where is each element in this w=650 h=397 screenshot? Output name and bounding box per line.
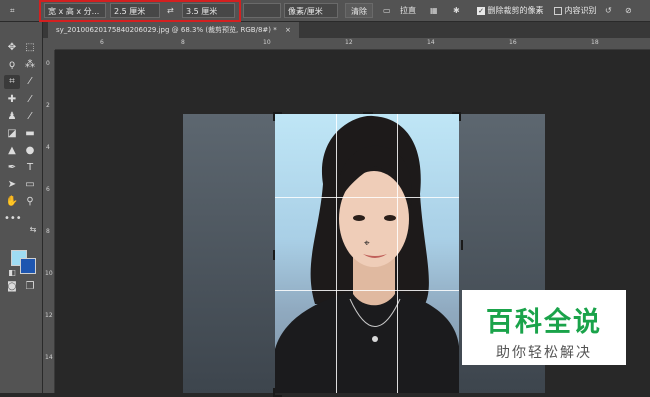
eraser-icon[interactable]: ◪ (4, 127, 20, 141)
crop-handle-top-left[interactable] (273, 112, 282, 121)
reset-icon[interactable]: ↺ (605, 3, 612, 18)
crop-grid-line (275, 290, 459, 291)
more-tools-icon[interactable]: ••• (4, 212, 22, 226)
crop-handle-right[interactable] (454, 240, 463, 250)
ruler-tick-label: 2 (46, 102, 50, 109)
watermark-subtitle: 助你轻松解决 (496, 345, 592, 361)
content-aware-label: 内容识别 (564, 6, 597, 15)
unit-select[interactable]: 像素/厘米 (284, 3, 338, 18)
ruler-tick-label: 6 (46, 186, 50, 193)
pen-tool-icon[interactable]: ✒ (4, 161, 20, 175)
straighten-icon[interactable]: ▭ (383, 3, 391, 18)
swap-colors-icon[interactable]: ⇆ (25, 223, 41, 237)
move-tool-icon[interactable]: ✥ (4, 41, 20, 55)
ruler-tick-label: 12 (45, 312, 53, 319)
vertical-ruler[interactable]: 0 2 4 6 8 10 12 14 (43, 50, 55, 393)
gradient-icon[interactable]: ▬ (22, 127, 38, 141)
quick-mask-icon[interactable]: ◙ (4, 280, 20, 294)
crop-grid-line (275, 197, 459, 198)
brush-tool-icon[interactable]: ⁄ (22, 93, 38, 107)
horizontal-ruler[interactable]: 6 8 10 12 14 16 18 (55, 38, 650, 50)
ruler-tick-label: 14 (427, 39, 435, 46)
default-colors-icon[interactable]: ◧ (4, 266, 20, 280)
dodge-tool-icon[interactable]: ● (22, 144, 38, 158)
ruler-tick-label: 10 (45, 270, 53, 277)
ruler-corner (43, 38, 55, 50)
straighten-button[interactable]: 拉直 (400, 3, 416, 18)
healing-brush-icon[interactable]: ✚ (4, 93, 20, 107)
content-aware-option[interactable]: 内容识别 (554, 3, 597, 18)
blur-tool-icon[interactable]: ▲ (4, 144, 20, 158)
crop-center-crosshair-icon: ⌖ (364, 238, 370, 249)
stamp-tool-icon[interactable]: ♟ (4, 110, 20, 124)
magic-wand-icon[interactable]: ⁂ (22, 58, 38, 72)
document-tab[interactable]: sy_20100620175840206029.jpg @ 68.3% (裁剪预… (48, 22, 299, 38)
highlight-box (39, 0, 241, 22)
resolution-input[interactable] (243, 3, 281, 18)
crop-handle-top[interactable] (363, 112, 373, 121)
crop-tool-icon[interactable]: ⌗ (4, 75, 20, 89)
document-tab-bar: sy_20100620175840206029.jpg @ 68.3% (裁剪预… (43, 22, 650, 38)
crop-handle-top-right[interactable] (452, 112, 461, 121)
ruler-tick-label: 0 (46, 60, 50, 67)
clear-button[interactable]: 清除 (345, 3, 373, 18)
delete-cropped-label: 删除裁剪的像素 (487, 6, 544, 15)
ruler-tick-label: 6 (100, 39, 104, 46)
crop-tool-icon[interactable]: ⌗ (10, 3, 15, 18)
watermark-title: 百科全说 (486, 307, 602, 338)
path-select-icon[interactable]: ➤ (4, 178, 20, 192)
ruler-tick-label: 8 (46, 228, 50, 235)
portrait-photo (275, 115, 459, 393)
shape-tool-icon[interactable]: ▭ (22, 178, 38, 192)
checkbox-unchecked-icon[interactable] (554, 6, 562, 15)
overlay-grid-icon[interactable]: ▦ (430, 3, 438, 18)
background-color-swatch[interactable] (20, 258, 36, 274)
zoom-tool-icon[interactable]: ⚲ (22, 195, 38, 209)
delete-cropped-option[interactable]: ✓ 删除裁剪的像素 (477, 3, 544, 18)
ruler-tick-label: 10 (263, 39, 271, 46)
cancel-icon[interactable]: ⊘ (625, 3, 632, 18)
crop-preview[interactable] (275, 114, 459, 393)
screen-mode-icon[interactable]: ❐ (22, 280, 38, 294)
marquee-tool-icon[interactable]: ⬚ (22, 41, 38, 55)
hand-tool-icon[interactable]: ✋ (4, 195, 20, 209)
checkbox-checked-icon[interactable]: ✓ (477, 6, 485, 15)
type-tool-icon[interactable]: T (22, 161, 38, 175)
watermark-overlay: 百科全说 助你轻松解决 (462, 290, 626, 365)
close-icon[interactable]: × (285, 26, 291, 34)
document-tab-title: sy_20100620175840206029.jpg @ 68.3% (裁剪预… (56, 26, 277, 34)
history-brush-icon[interactable]: ⁄ (22, 110, 38, 124)
crop-handle-left[interactable] (273, 250, 282, 260)
lasso-tool-icon[interactable]: ϙ (4, 58, 20, 72)
ruler-tick-label: 8 (181, 39, 185, 46)
gear-icon[interactable]: ✱ (453, 3, 460, 18)
ruler-tick-label: 4 (46, 144, 50, 151)
ruler-tick-label: 14 (45, 354, 53, 361)
eyedropper-icon[interactable]: ⁄ (22, 75, 38, 89)
ruler-tick-label: 16 (509, 39, 517, 46)
ruler-tick-label: 18 (591, 39, 599, 46)
ruler-tick-label: 12 (345, 39, 353, 46)
tools-panel: ✥ ⬚ ϙ ⁂ ⌗ ⁄ ✚ ⁄ ♟ ⁄ ◪ ▬ ▲ ● ✒ T ➤ ▭ ✋ ⚲ … (0, 22, 43, 393)
crop-grid-line (336, 114, 337, 393)
crop-grid-line (397, 114, 398, 393)
